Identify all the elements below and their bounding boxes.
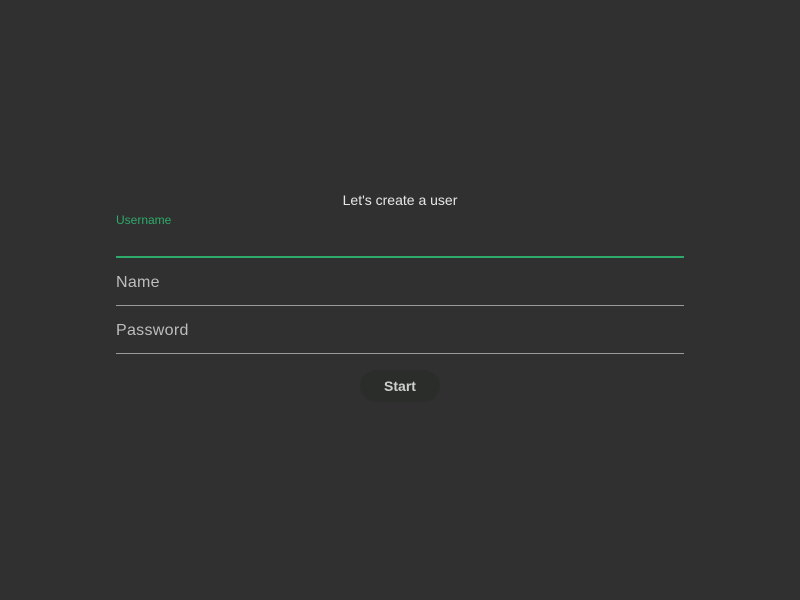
start-button[interactable]: Start	[360, 370, 440, 402]
password-input[interactable]	[116, 318, 684, 346]
password-field[interactable]: Password	[116, 306, 684, 354]
form-actions: Start	[116, 370, 684, 402]
create-user-form: Let's create a user Username Name Passwo…	[116, 186, 684, 402]
name-input[interactable]	[116, 270, 684, 298]
password-underline	[116, 353, 684, 354]
name-field[interactable]: Name	[116, 258, 684, 306]
username-label: Username	[116, 213, 172, 227]
username-field[interactable]: Username	[116, 214, 684, 258]
username-input[interactable]	[116, 226, 684, 254]
form-title: Let's create a user	[342, 192, 458, 208]
